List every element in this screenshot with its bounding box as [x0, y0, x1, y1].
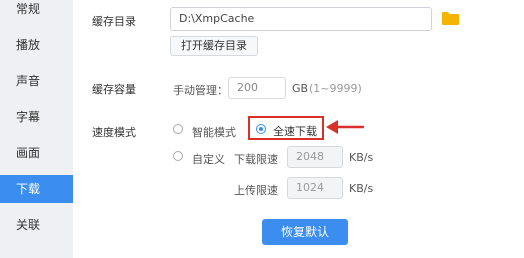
manual-manage-label: 手动管理： — [173, 84, 228, 97]
cache-size-range: (1~9999) — [309, 82, 362, 95]
annotation-arrow-icon — [326, 120, 364, 134]
sidebar-item-download[interactable]: 下载 — [0, 175, 73, 203]
settings-sidebar: 常规 播放 声音 字幕 画面 下载 关联 — [0, 0, 73, 258]
cache-size-label: 缓存容量 — [92, 83, 136, 96]
annotation-highlight-box — [248, 116, 324, 140]
sidebar-item-association[interactable]: 关联 — [0, 211, 73, 239]
custom-mode-radio[interactable] — [173, 151, 183, 161]
sidebar-item-sound[interactable]: 声音 — [0, 67, 73, 95]
smart-mode-radio[interactable] — [173, 124, 183, 134]
upload-limit-label: 上传限速 — [234, 184, 278, 197]
cache-size-input[interactable]: 200 — [228, 77, 286, 99]
open-cache-dir-button[interactable]: 打开缓存目录 — [170, 36, 258, 56]
download-limit-label: 下载限速 — [234, 153, 278, 166]
smart-mode-label: 智能模式 — [192, 126, 236, 139]
download-limit-unit: KB/s — [349, 151, 374, 164]
sidebar-item-picture[interactable]: 画面 — [0, 139, 73, 167]
upload-limit-unit: KB/s — [349, 182, 374, 195]
sidebar-item-general[interactable]: 常规 — [0, 0, 73, 23]
folder-icon[interactable] — [442, 11, 459, 25]
upload-limit-input[interactable]: 1024 — [287, 177, 343, 199]
cache-size-unit: GB — [292, 82, 309, 95]
sidebar-item-playback[interactable]: 播放 — [0, 31, 73, 59]
cache-dir-label: 缓存目录 — [92, 15, 136, 28]
cache-dir-input[interactable]: D:\XmpCache — [170, 7, 432, 31]
custom-mode-label: 自定义 — [192, 153, 225, 166]
speed-mode-label: 速度模式 — [92, 126, 136, 139]
sidebar-item-subtitle[interactable]: 字幕 — [0, 103, 73, 131]
restore-defaults-button[interactable]: 恢复默认 — [262, 219, 348, 245]
download-limit-input[interactable]: 2048 — [287, 146, 343, 168]
